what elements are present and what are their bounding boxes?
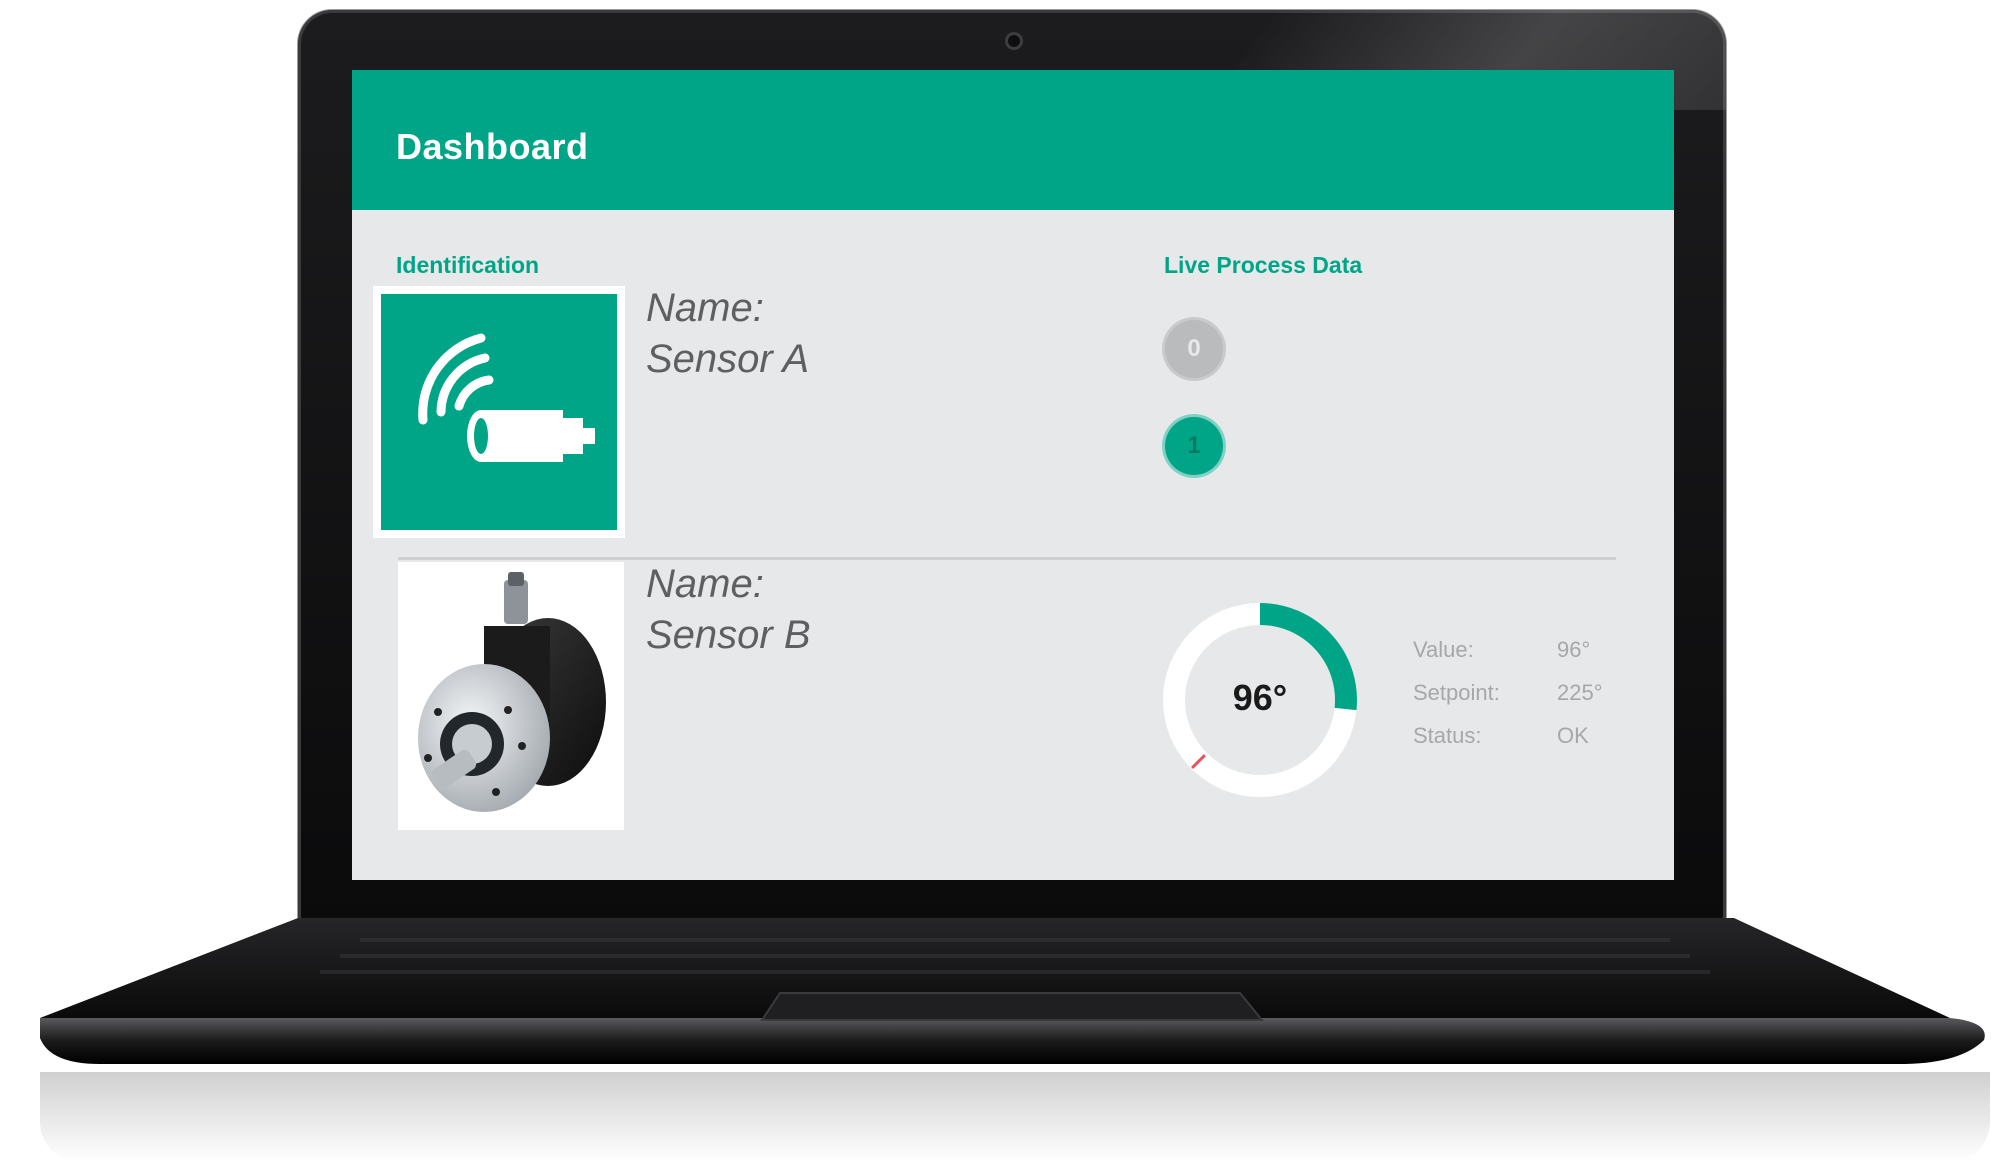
value-key: Value: [1413, 637, 1474, 662]
value-val: 96° [1557, 637, 1591, 662]
laptop-reflection [40, 1072, 1990, 1162]
webcam [1005, 32, 1023, 50]
sensor-b-name-value: Sensor B [646, 613, 811, 657]
wireless-sensor-icon [381, 294, 617, 530]
row-divider [398, 557, 1616, 560]
page-title: Dashboard [396, 126, 589, 167]
gauge-value-text: 96° [1232, 677, 1288, 718]
header-bar: Dashboard [352, 70, 1674, 210]
status-val: OK [1557, 723, 1589, 748]
sensor-b-card[interactable] [398, 562, 624, 830]
process-bit-0: 0 [1165, 320, 1223, 378]
sensor-a-name-label: Name: [646, 286, 764, 330]
process-bit-1: 1 [1165, 417, 1223, 475]
dashboard-screen: Dashboard Identification Live Process Da… [352, 70, 1674, 880]
sensor-a-name-value: Sensor A [646, 337, 810, 381]
sensor-b-name-label: Name: [646, 562, 764, 606]
identification-title: Identification [396, 252, 540, 278]
setpoint-key: Setpoint: [1413, 680, 1500, 705]
status-key: Status: [1413, 723, 1482, 748]
sensor-a-card[interactable] [373, 286, 625, 538]
live-process-data-title: Live Process Data [1164, 252, 1363, 278]
rotary-encoder-icon [418, 572, 606, 812]
setpoint-val: 225° [1557, 680, 1603, 705]
laptop-base [40, 918, 1985, 1064]
